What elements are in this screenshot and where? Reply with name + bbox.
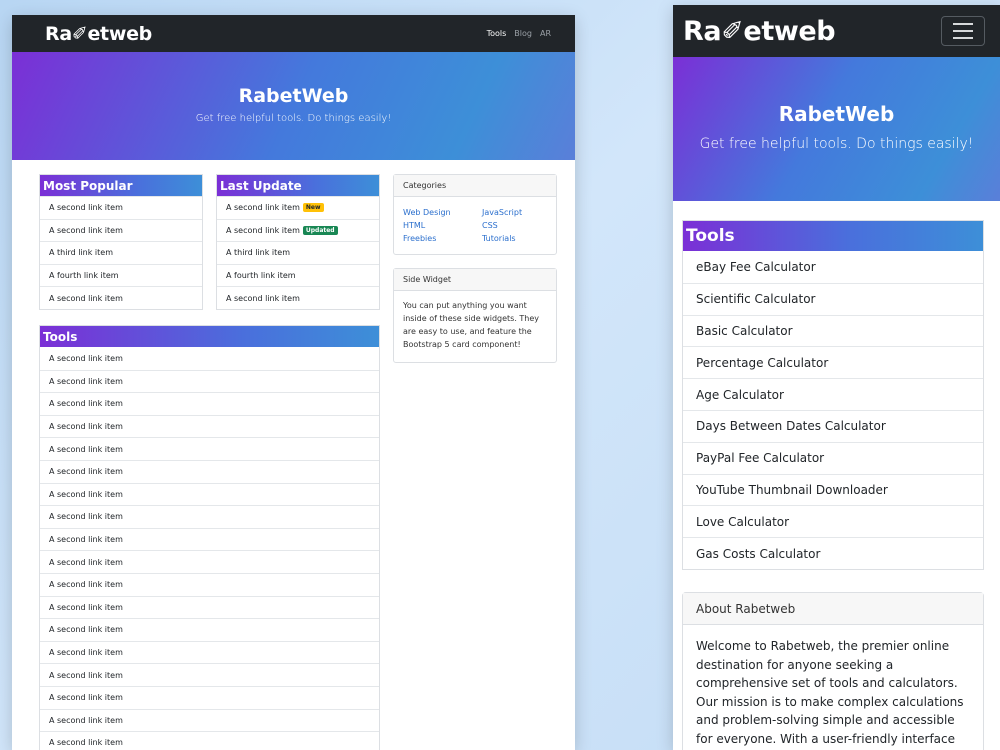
list-item[interactable]: A third link item: [217, 241, 379, 264]
hero-subtitle: Get free helpful tools. Do things easily…: [195, 113, 392, 124]
tool-list-item[interactable]: A second link item: [40, 640, 379, 664]
hero-title: RabetWeb: [238, 85, 349, 107]
category-link-javascript[interactable]: JavaScript: [482, 207, 552, 218]
hero-title: RabetWeb: [778, 102, 895, 126]
hero-banner: RabetWeb Get free helpful tools. Do thin…: [673, 57, 1000, 201]
tool-list-item[interactable]: A second link item: [40, 392, 379, 415]
list-item[interactable]: A fourth link item: [217, 263, 379, 287]
tools-title: Tools: [40, 326, 379, 347]
last-update-card: Last Update A second link item New A sec…: [216, 174, 380, 310]
category-link-tutorials[interactable]: Tutorials: [482, 233, 552, 244]
tool-list-item[interactable]: eBay Fee Calculator: [683, 251, 983, 283]
tool-list-item[interactable]: Basic Calculator: [683, 314, 983, 347]
nav-link-tools[interactable]: Tools: [487, 29, 507, 38]
list-item[interactable]: A second link item: [40, 196, 202, 219]
tool-list-item[interactable]: A second link item: [40, 482, 379, 506]
category-link-web-design[interactable]: Web Design: [403, 207, 482, 218]
tools-list: A second link item A second link item A se…: [40, 347, 379, 750]
list-item[interactable]: A second link item: [40, 286, 202, 309]
tool-list-item[interactable]: Love Calculator: [683, 505, 983, 537]
list-item[interactable]: A second link item: [40, 218, 202, 242]
tool-list-item[interactable]: A second link item: [40, 618, 379, 641]
nav-link-ar[interactable]: AR: [540, 29, 551, 38]
new-badge: New: [302, 203, 324, 213]
categories-title: Categories: [394, 175, 556, 197]
tools-card: Tools eBay Fee Calculator Scientific Calc…: [682, 220, 984, 570]
tool-list-item[interactable]: A second link item: [40, 459, 379, 483]
mobile-navbar: Ra✐etweb: [673, 5, 1000, 57]
list-item-label: A second link item: [226, 225, 300, 235]
updated-badge: Updated: [302, 225, 338, 235]
about-card: About Rabetweb Welcome to Rabetweb, the …: [682, 592, 984, 750]
hero-subtitle: Get free helpful tools. Do things easily…: [699, 136, 974, 152]
categories-links: Web Design JavaScript HTML CSS Freebies …: [394, 197, 556, 244]
desktop-navbar: Ra✐etweb Tools Blog AR: [12, 15, 575, 52]
tool-list-item[interactable]: A second link item: [40, 369, 379, 393]
list-item[interactable]: A second link item: [217, 286, 379, 309]
most-popular-title: Most Popular: [40, 175, 202, 196]
list-item[interactable]: A second link item Updated: [217, 218, 379, 242]
brand-logo[interactable]: Ra✐etweb: [45, 23, 152, 45]
category-link-freebies[interactable]: Freebies: [403, 233, 482, 244]
tool-list-item[interactable]: PayPal Fee Calculator: [683, 441, 983, 474]
tool-list-item[interactable]: Percentage Calculator: [683, 346, 983, 378]
tools-card: Tools A second link item A second link it…: [39, 325, 380, 750]
most-popular-card: Most Popular A second link item A second…: [39, 174, 203, 310]
tool-list-item[interactable]: Age Calculator: [683, 378, 983, 410]
last-update-title: Last Update: [217, 175, 379, 196]
list-item[interactable]: A third link item: [40, 241, 202, 264]
list-item[interactable]: A fourth link item: [40, 263, 202, 287]
side-widget: Side Widget You can put anything you wan…: [393, 268, 557, 363]
tools-title: Tools: [683, 221, 983, 251]
brand-logo[interactable]: Ra✐etweb: [683, 16, 836, 47]
desktop-screenshot: Ra✐etweb Tools Blog AR RabetWeb Get free…: [12, 15, 575, 750]
category-link-css[interactable]: CSS: [482, 220, 552, 231]
tool-list-item[interactable]: A second link item: [40, 527, 379, 551]
mobile-screenshot: Ra✐etweb RabetWeb Get free helpful tools…: [673, 5, 1000, 750]
tool-list-item[interactable]: A second link item: [40, 550, 379, 573]
tool-list-item[interactable]: A second link item: [40, 414, 379, 438]
tool-list-item[interactable]: A second link item: [40, 595, 379, 619]
list-item[interactable]: A second link item New: [217, 196, 379, 219]
hamburger-menu-icon[interactable]: [941, 16, 985, 46]
tool-list-item[interactable]: A second link item: [40, 708, 379, 732]
side-widget-body: You can put anything you want inside of …: [403, 301, 540, 349]
tool-list-item[interactable]: Scientific Calculator: [683, 282, 983, 315]
tools-list: eBay Fee Calculator Scientific Calculator…: [683, 251, 983, 569]
about-body: Welcome to Rabetweb, the premier online …: [696, 639, 964, 746]
tool-list-item[interactable]: A second link item: [40, 663, 379, 686]
tool-list-item[interactable]: A second link item: [40, 347, 379, 370]
tool-list-item[interactable]: YouTube Thumbnail Downloader: [683, 473, 983, 506]
tool-list-item[interactable]: Days Between Dates Calculator: [683, 409, 983, 442]
nav-link-blog[interactable]: Blog: [514, 29, 532, 38]
tool-list-item[interactable]: A second link item: [40, 731, 379, 750]
categories-widget: Categories Web Design JavaScript HTML CS…: [393, 174, 557, 255]
hero-banner: RabetWeb Get free helpful tools. Do thin…: [12, 52, 575, 160]
tool-list-item[interactable]: Gas Costs Calculator: [683, 537, 983, 569]
tool-list-item[interactable]: A second link item: [40, 437, 379, 460]
about-title: About Rabetweb: [683, 593, 983, 625]
nav-links: Tools Blog AR: [487, 29, 551, 38]
tool-list-item[interactable]: A second link item: [40, 572, 379, 596]
tool-list-item[interactable]: A second link item: [40, 685, 379, 709]
tool-list-item[interactable]: A second link item: [40, 505, 379, 528]
category-link-html[interactable]: HTML: [403, 220, 482, 231]
side-widget-title: Side Widget: [394, 269, 556, 291]
list-item-label: A second link item: [226, 203, 300, 213]
